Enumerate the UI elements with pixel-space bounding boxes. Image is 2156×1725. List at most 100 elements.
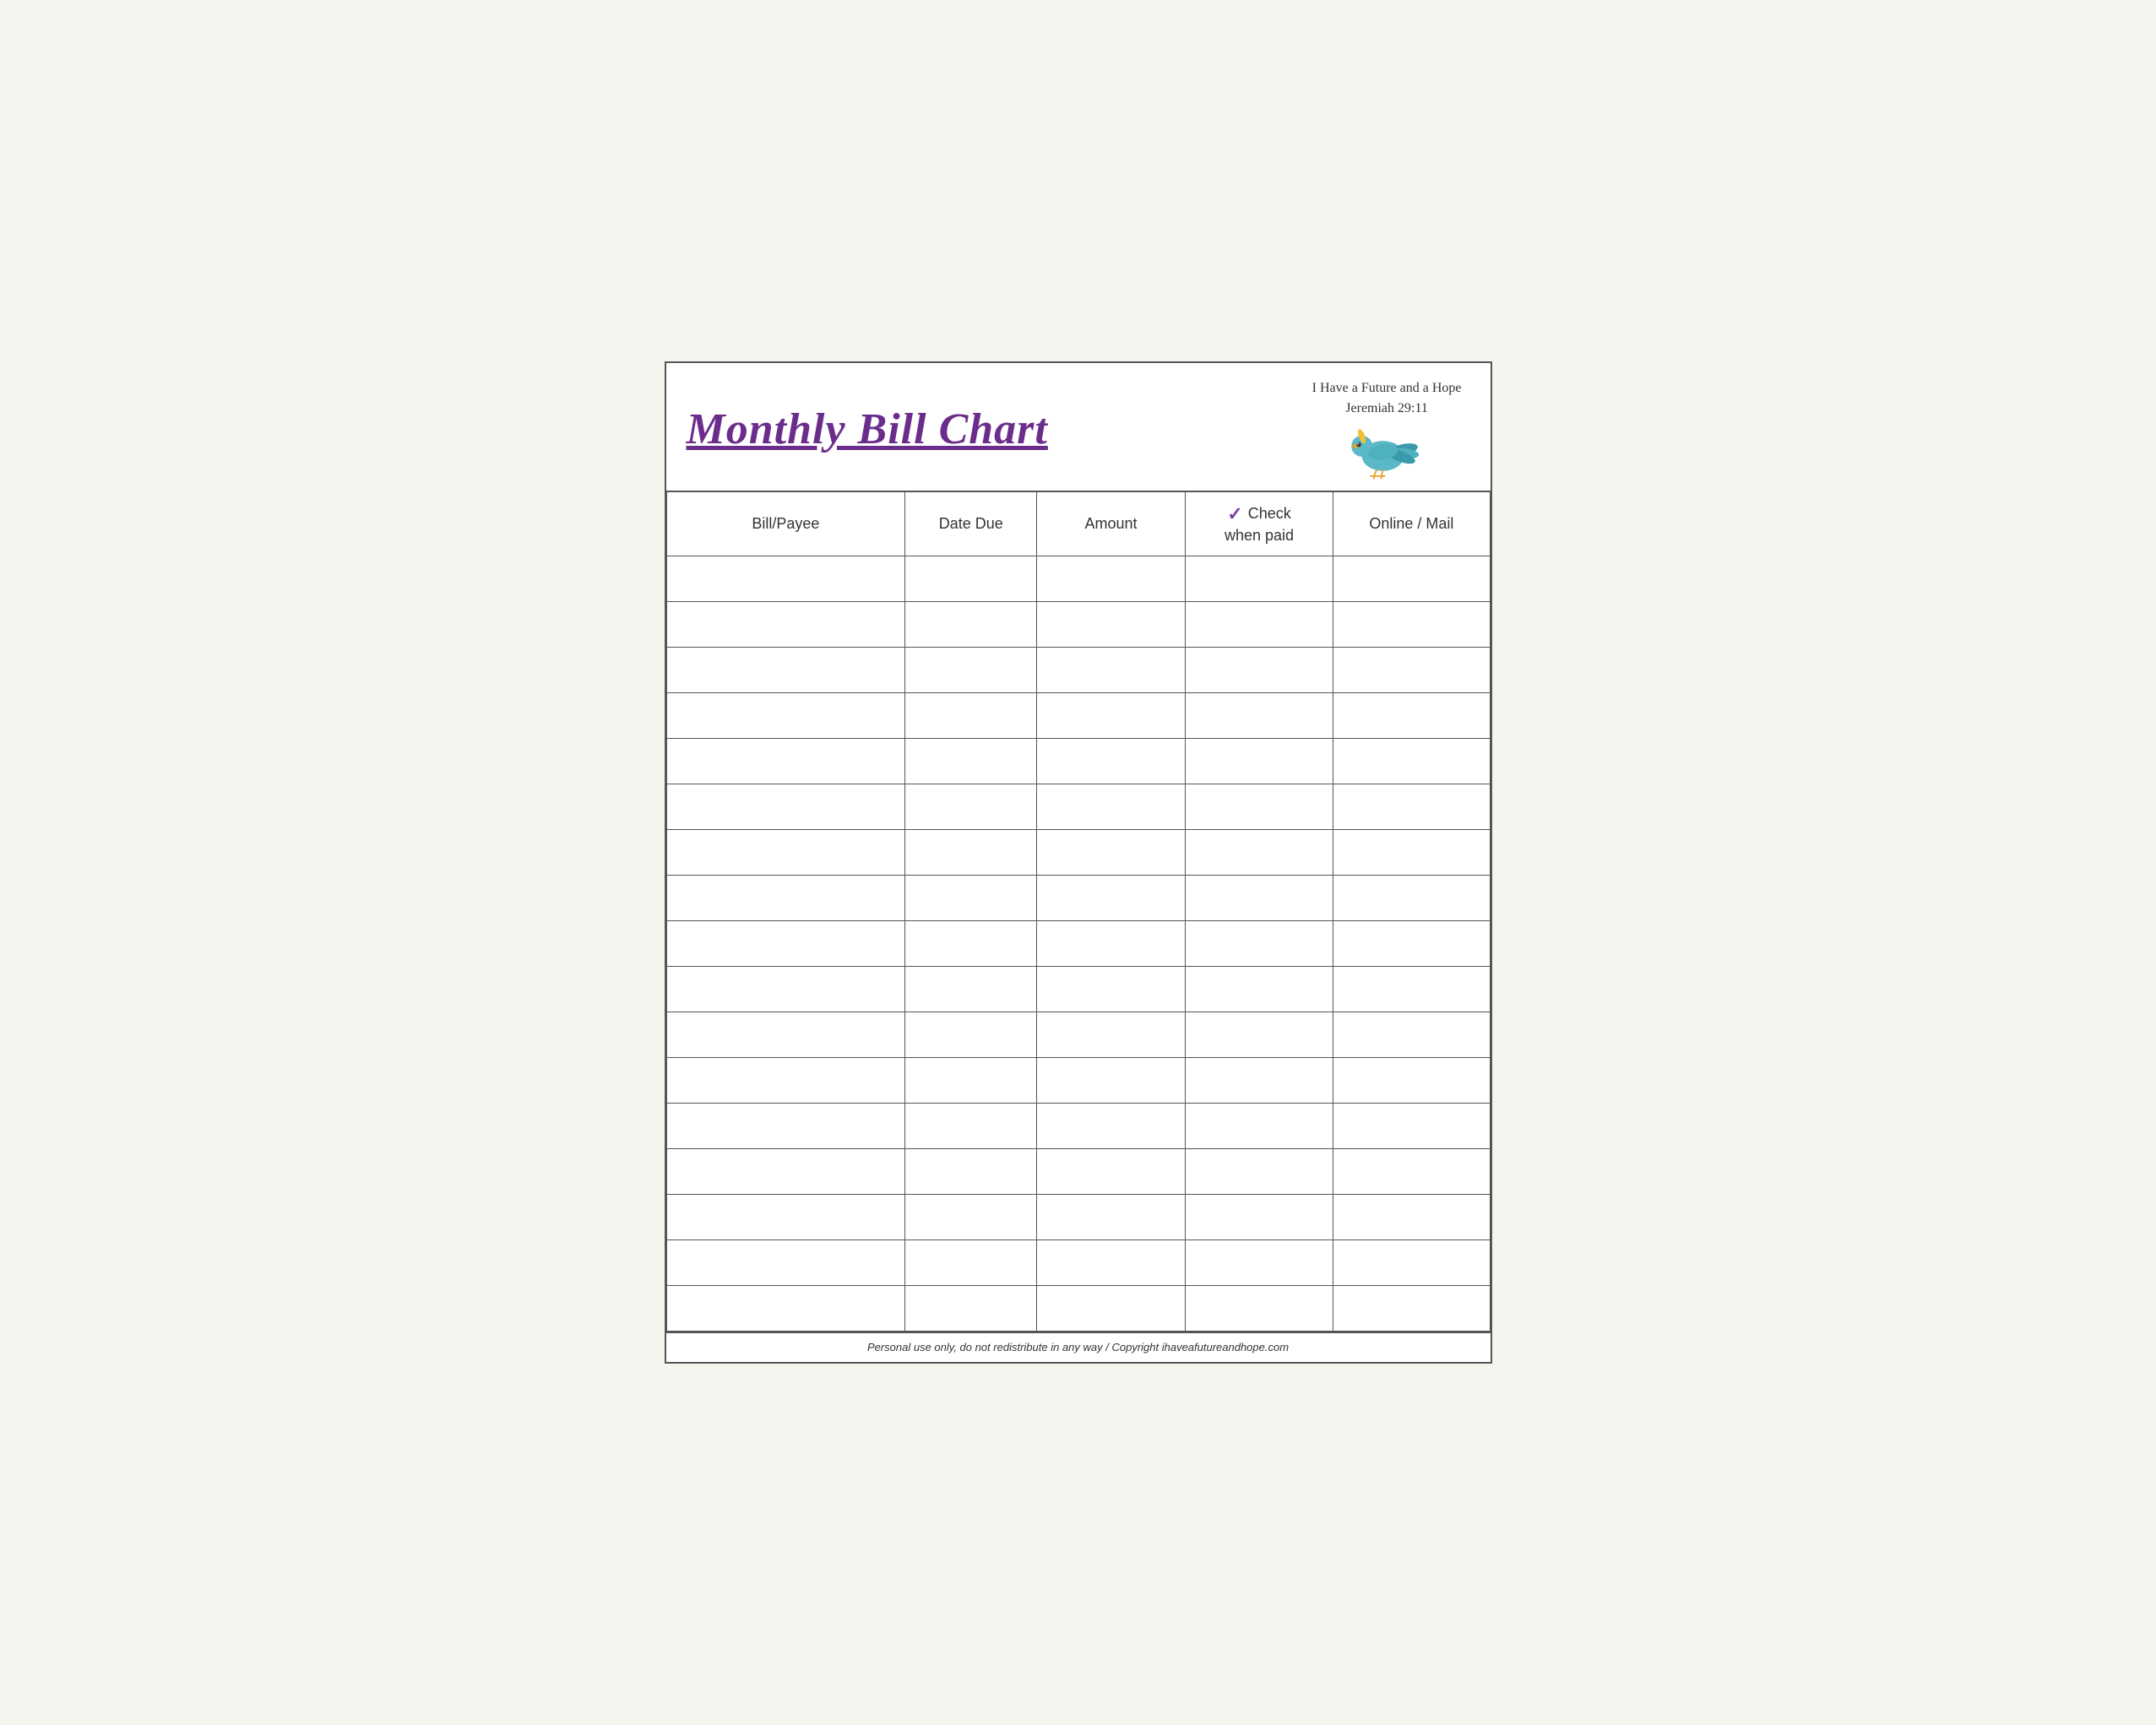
table-cell xyxy=(1037,1149,1186,1195)
table-cell xyxy=(666,602,905,648)
table-cell xyxy=(666,1195,905,1240)
bill-table: Bill/Payee Date Due Amount ✓ Check when … xyxy=(666,492,1491,1332)
table-cell xyxy=(1185,1058,1333,1104)
table-cell xyxy=(666,556,905,602)
col-header-date: Date Due xyxy=(905,492,1037,556)
table-cell xyxy=(1037,1012,1186,1058)
table-cell xyxy=(905,648,1037,693)
table-cell xyxy=(1037,1195,1186,1240)
page-header: Monthly Bill Chart I Have a Future and a… xyxy=(666,363,1491,492)
table-cell xyxy=(1185,1286,1333,1332)
bird-decoration xyxy=(1344,415,1429,482)
table-cell xyxy=(1037,830,1186,876)
table-row xyxy=(666,739,1490,784)
table-cell xyxy=(1185,1149,1333,1195)
table-cell xyxy=(1185,1195,1333,1240)
table-cell xyxy=(1037,876,1186,921)
table-cell xyxy=(666,1149,905,1195)
table-cell xyxy=(1185,648,1333,693)
table-cell xyxy=(1185,921,1333,967)
table-row xyxy=(666,830,1490,876)
table-row xyxy=(666,1149,1490,1195)
table-cell xyxy=(1185,967,1333,1012)
table-cell xyxy=(1037,693,1186,739)
table-cell xyxy=(905,739,1037,784)
table-cell xyxy=(666,693,905,739)
table-cell xyxy=(1185,1240,1333,1286)
table-cell xyxy=(1037,739,1186,784)
table-row xyxy=(666,1012,1490,1058)
table-cell xyxy=(666,1104,905,1149)
table-cell xyxy=(1333,1104,1490,1149)
table-cell xyxy=(1037,967,1186,1012)
table-cell xyxy=(1037,784,1186,830)
table-cell xyxy=(1037,1240,1186,1286)
table-cell xyxy=(1037,602,1186,648)
table-row xyxy=(666,648,1490,693)
col-header-payee: Bill/Payee xyxy=(666,492,905,556)
table-cell xyxy=(1185,693,1333,739)
table-cell xyxy=(1333,739,1490,784)
table-cell xyxy=(905,556,1037,602)
page-title: Monthly Bill Chart xyxy=(687,405,1312,453)
table-cell xyxy=(905,830,1037,876)
table-header-row: Bill/Payee Date Due Amount ✓ Check when … xyxy=(666,492,1490,556)
title-area: Monthly Bill Chart xyxy=(687,405,1312,453)
table-row xyxy=(666,1240,1490,1286)
table-cell xyxy=(1333,602,1490,648)
table-row xyxy=(666,1058,1490,1104)
table-cell xyxy=(1333,784,1490,830)
table-row xyxy=(666,1195,1490,1240)
table-cell xyxy=(1037,1058,1186,1104)
table-cell xyxy=(905,1286,1037,1332)
table-cell xyxy=(1333,876,1490,921)
table-cell xyxy=(1333,1149,1490,1195)
table-cell xyxy=(666,1058,905,1104)
table-cell xyxy=(905,1149,1037,1195)
table-row xyxy=(666,921,1490,967)
table-row xyxy=(666,967,1490,1012)
table-cell xyxy=(666,921,905,967)
table-cell xyxy=(666,784,905,830)
table-cell xyxy=(905,1058,1037,1104)
page-container: Monthly Bill Chart I Have a Future and a… xyxy=(665,361,1492,1364)
table-cell xyxy=(905,784,1037,830)
table-body xyxy=(666,556,1490,1332)
table-cell xyxy=(1185,602,1333,648)
tagline-text: I Have a Future and a Hope Jeremiah 29:1… xyxy=(1312,378,1462,419)
table-cell xyxy=(1333,921,1490,967)
table-cell xyxy=(1333,1240,1490,1286)
table-cell xyxy=(905,967,1037,1012)
table-cell xyxy=(1185,1012,1333,1058)
table-cell xyxy=(1333,556,1490,602)
table-cell xyxy=(666,1240,905,1286)
table-cell xyxy=(666,967,905,1012)
table-cell xyxy=(905,876,1037,921)
table-cell xyxy=(1333,967,1490,1012)
table-row xyxy=(666,602,1490,648)
table-cell xyxy=(666,648,905,693)
table-cell xyxy=(905,602,1037,648)
table-cell xyxy=(1333,1195,1490,1240)
table-cell xyxy=(666,1012,905,1058)
table-cell xyxy=(905,1240,1037,1286)
col-header-amount: Amount xyxy=(1037,492,1186,556)
table-cell xyxy=(666,830,905,876)
table-cell xyxy=(666,876,905,921)
table-cell xyxy=(905,1195,1037,1240)
table-row xyxy=(666,693,1490,739)
table-cell xyxy=(1333,830,1490,876)
table-cell xyxy=(1037,1286,1186,1332)
table-cell xyxy=(1333,1286,1490,1332)
table-cell xyxy=(1333,693,1490,739)
page-footer: Personal use only, do not redistribute i… xyxy=(666,1332,1491,1362)
table-cell xyxy=(905,693,1037,739)
col-header-online: Online / Mail xyxy=(1333,492,1490,556)
table-row xyxy=(666,1104,1490,1149)
table-cell xyxy=(905,1104,1037,1149)
table-cell xyxy=(1185,876,1333,921)
table-cell xyxy=(1037,556,1186,602)
tagline-area: I Have a Future and a Hope Jeremiah 29:1… xyxy=(1312,378,1462,482)
table-cell xyxy=(1185,784,1333,830)
table-cell xyxy=(905,921,1037,967)
